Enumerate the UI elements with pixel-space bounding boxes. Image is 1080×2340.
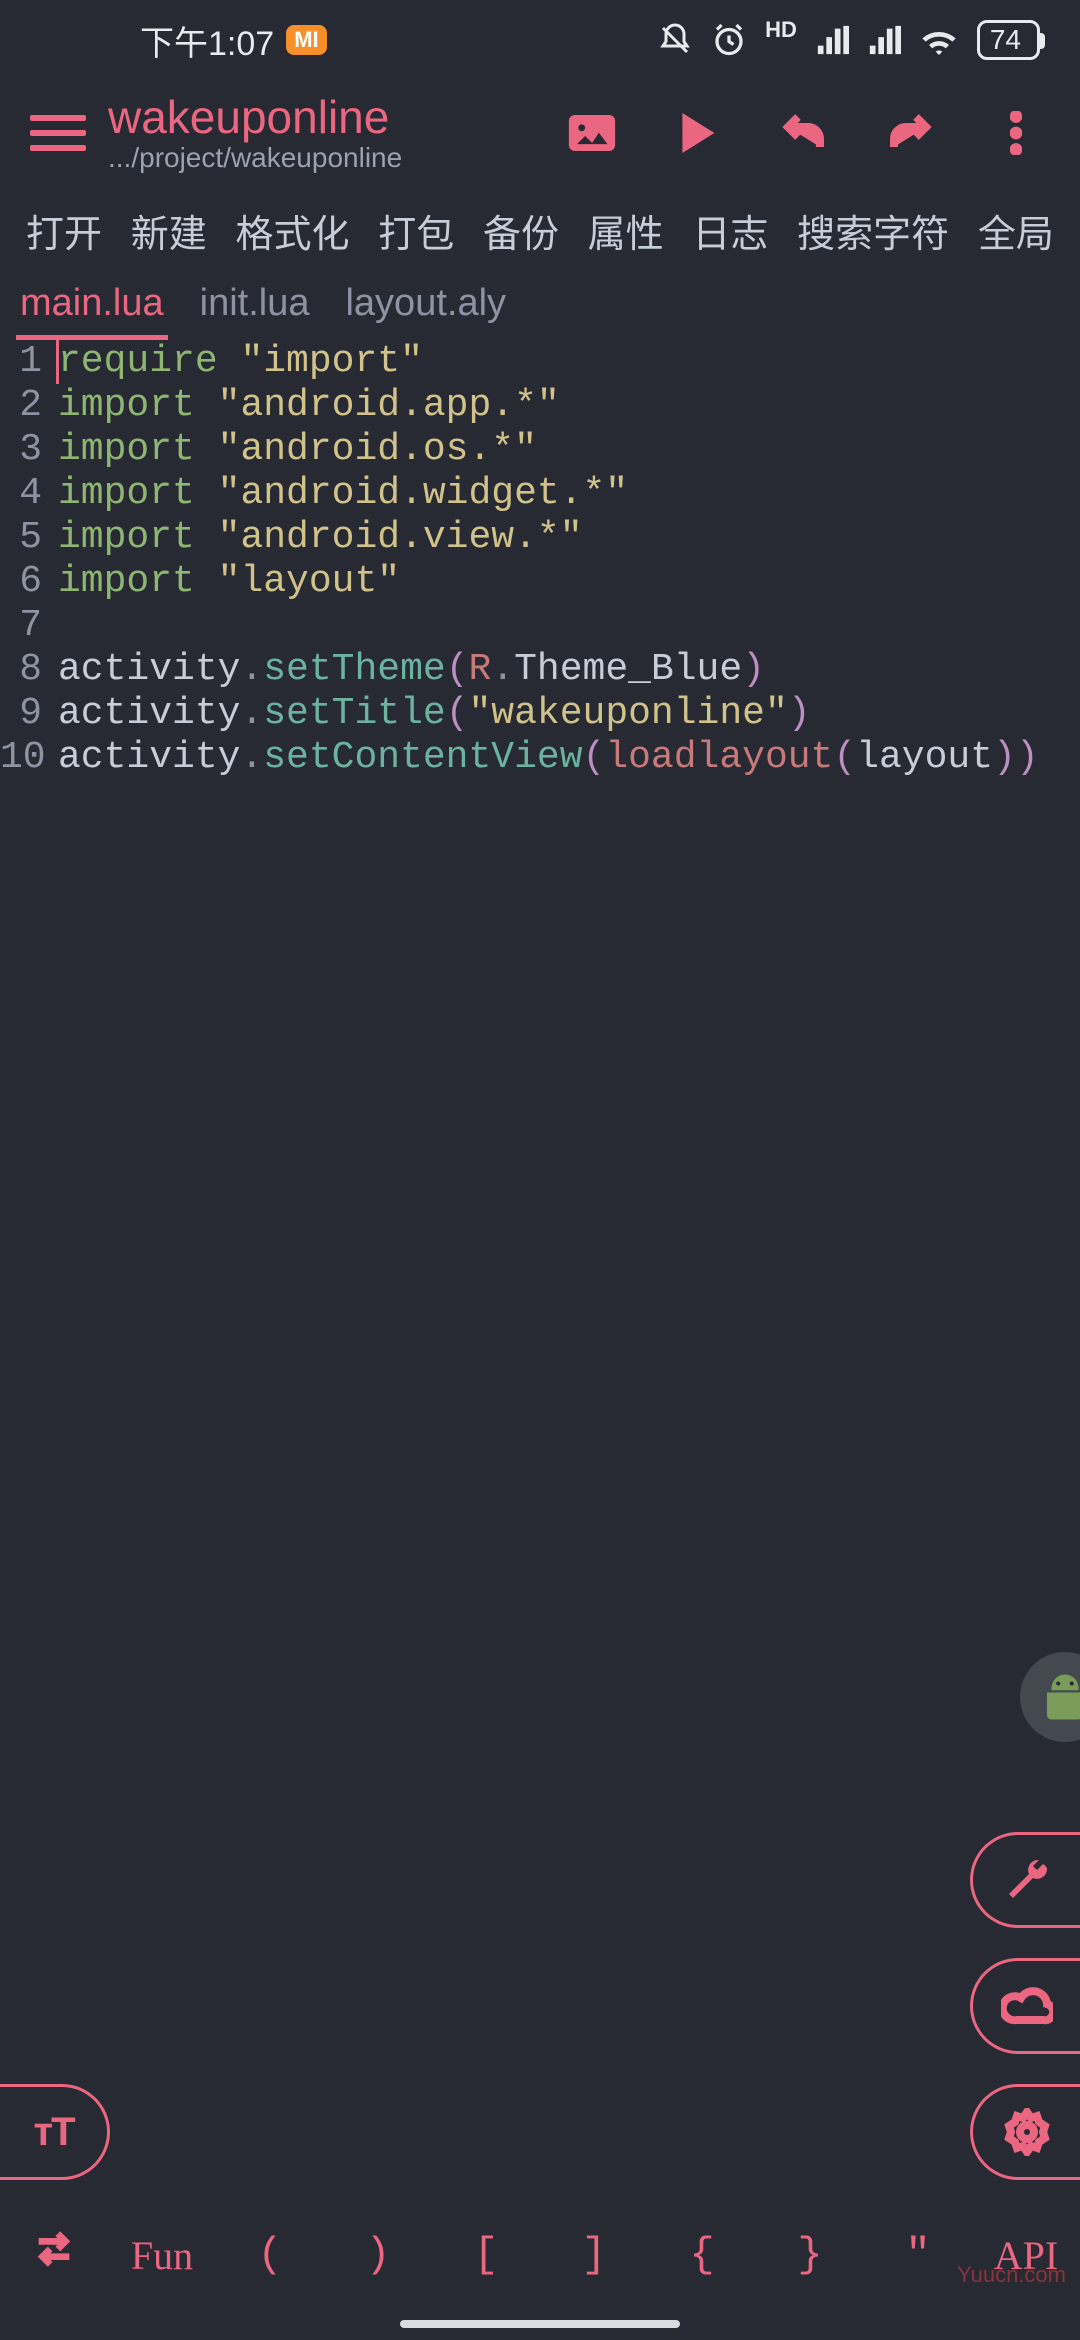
home-indicator[interactable] [400, 2320, 680, 2328]
tb-search[interactable]: 搜索字符 [783, 203, 963, 258]
tb-backup[interactable]: 备份 [469, 203, 573, 258]
code-line[interactable]: activity.setTitle("wakeuponline") [58, 692, 1080, 736]
line-number: 2 [0, 384, 42, 428]
tb-format[interactable]: 格式化 [221, 203, 363, 258]
insert-rparen[interactable]: ) [338, 2231, 418, 2279]
tab-init-lua[interactable]: init.lua [196, 276, 314, 340]
title-block[interactable]: wakeuponline .../project/wakeuponline [108, 92, 402, 173]
tb-pack[interactable]: 打包 [364, 203, 468, 258]
code-line[interactable]: import "android.app.*" [58, 384, 1080, 428]
code-line[interactable]: import "layout" [58, 560, 1080, 604]
insert-lbrace[interactable]: { [662, 2231, 742, 2279]
code-line[interactable]: activity.setContentView(loadlayout(layou… [58, 736, 1080, 780]
project-path: .../project/wakeuponline [108, 143, 402, 174]
cloud-button[interactable] [970, 1958, 1080, 2054]
battery-indicator: 74 [977, 20, 1040, 60]
file-tabs: main.lua init.lua layout.aly [0, 276, 1080, 340]
line-number: 6 [0, 560, 42, 604]
insert-lbrack[interactable]: [ [446, 2231, 526, 2279]
wifi-icon [919, 24, 959, 56]
code-line[interactable]: import "android.os.*" [58, 428, 1080, 472]
redo-button[interactable] [886, 109, 934, 157]
code-line[interactable]: activity.setTheme(R.Theme_Blue) [58, 648, 1080, 692]
app-header: wakeuponline .../project/wakeuponline [0, 80, 1080, 185]
signal-icon-1 [815, 25, 849, 55]
status-icons: HD 74 [657, 20, 1040, 60]
line-number: 8 [0, 648, 42, 692]
insert-rbrace[interactable]: } [770, 2231, 850, 2279]
code-line[interactable]: import "android.widget.*" [58, 472, 1080, 516]
code-line[interactable] [58, 604, 1080, 648]
tb-log[interactable]: 日志 [678, 203, 782, 258]
hd-label: HD [765, 17, 797, 43]
insert-quote[interactable]: " [878, 2231, 958, 2279]
line-number: 10 [0, 736, 42, 780]
tb-new[interactable]: 新建 [117, 203, 221, 258]
status-bar: 下午1:07 MI HD 74 [0, 0, 1080, 80]
project-title: wakeuponline [108, 92, 402, 143]
android-bubble-button[interactable] [1020, 1652, 1080, 1742]
text-size-button[interactable]: тT [0, 2084, 110, 2180]
line-number: 9 [0, 692, 42, 736]
menu-button[interactable] [30, 115, 86, 151]
tools-button[interactable] [970, 1832, 1080, 1928]
insert-fun[interactable]: Fun [122, 2232, 202, 2279]
watermark: Yuucn.com [957, 2262, 1066, 2288]
line-number: 4 [0, 472, 42, 516]
signal-icon-2 [867, 25, 901, 55]
line-gutter: 12345678910 [0, 340, 48, 780]
line-number: 5 [0, 516, 42, 560]
tab-layout-aly[interactable]: layout.aly [341, 276, 510, 340]
code-editor[interactable]: 12345678910 require "import"import "andr… [0, 340, 1080, 780]
text-cursor [56, 340, 59, 384]
settings-button[interactable] [970, 2084, 1080, 2180]
mute-icon [657, 22, 693, 58]
mi-badge: MI [286, 25, 326, 55]
code-content[interactable]: require "import"import "android.app.*"im… [0, 340, 1080, 780]
tab-main-lua[interactable]: main.lua [16, 276, 168, 340]
tb-open[interactable]: 打开 [12, 203, 116, 258]
undo-button[interactable] [780, 109, 828, 157]
overflow-menu-button[interactable] [992, 109, 1040, 157]
status-time: 下午1:07 [140, 16, 274, 65]
image-button[interactable] [568, 109, 616, 157]
tb-props[interactable]: 属性 [574, 203, 678, 258]
insert-lparen[interactable]: ( [230, 2231, 310, 2279]
line-number: 1 [0, 340, 42, 384]
alarm-icon [711, 22, 747, 58]
status-time-block: 下午1:07 MI [140, 16, 327, 65]
line-number: 7 [0, 604, 42, 648]
secondary-toolbar: 打开 新建 格式化 打包 备份 属性 日志 搜索字符 全局 [0, 185, 1080, 276]
code-line[interactable]: import "android.view.*" [58, 516, 1080, 560]
bottom-symbol-bar: Fun ( ) [ ] { } " API [0, 2210, 1080, 2300]
swap-button[interactable] [14, 2226, 94, 2285]
insert-rbrack[interactable]: ] [554, 2231, 634, 2279]
run-button[interactable] [674, 109, 722, 157]
line-number: 3 [0, 428, 42, 472]
text-size-label: тT [33, 2110, 73, 2155]
code-line[interactable]: require "import" [58, 340, 1080, 384]
tb-global[interactable]: 全局 [964, 203, 1068, 258]
